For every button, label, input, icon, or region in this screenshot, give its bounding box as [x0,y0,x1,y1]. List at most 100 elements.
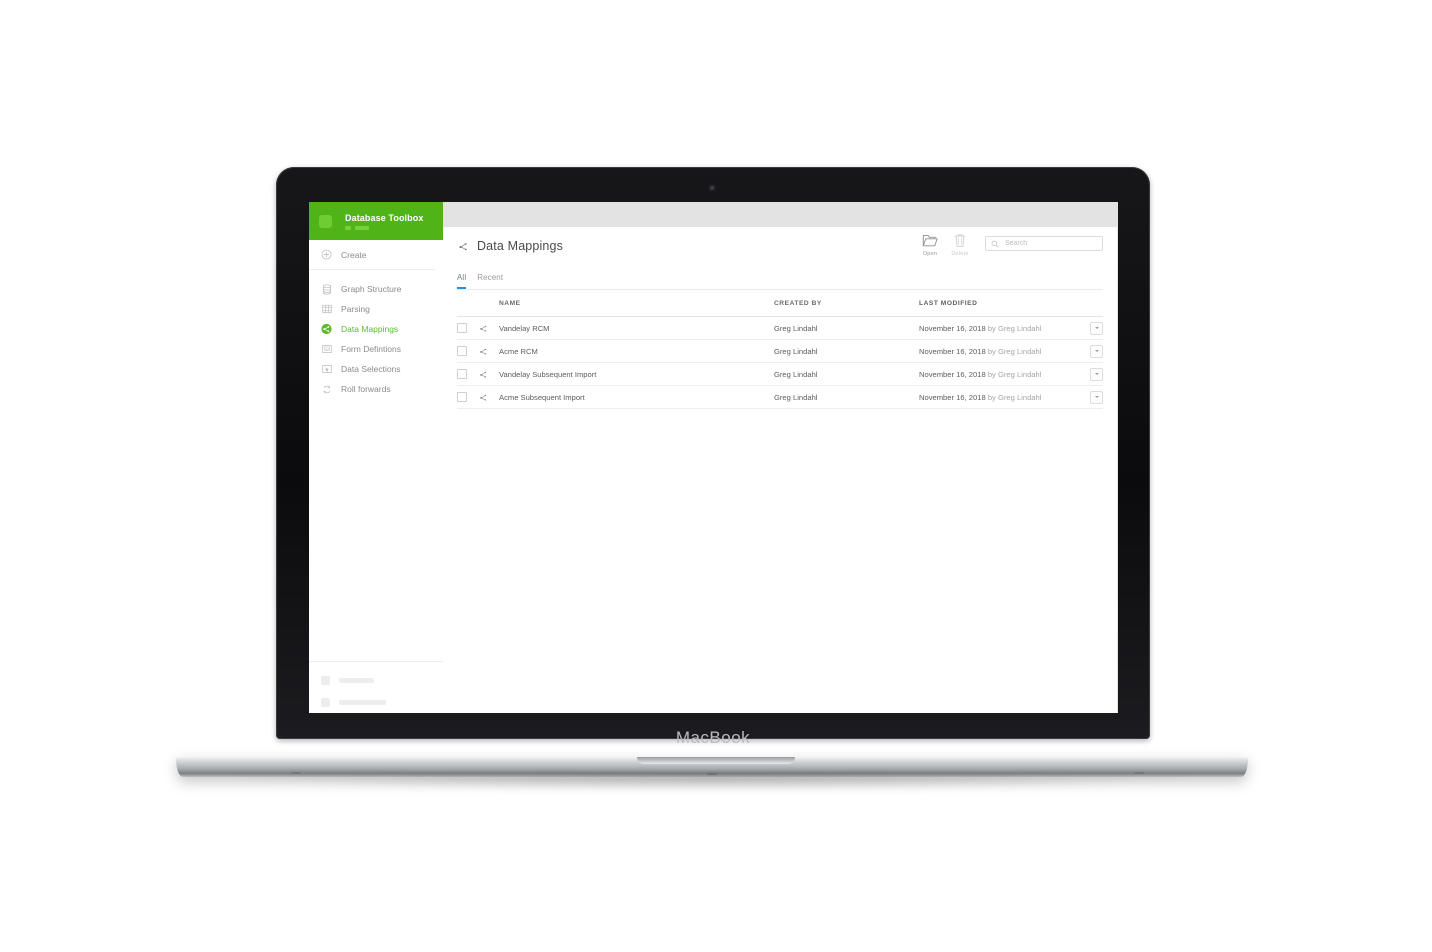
sidebar: Database Toolbox Create Graph Structure … [309,202,444,713]
open-button[interactable]: Open [915,233,945,257]
device-name-label: MacBook [675,728,751,747]
column-header-name[interactable]: NAME [499,300,774,307]
row-menu-button[interactable] [1090,344,1103,358]
window-titlebar [443,202,1118,228]
row-modified-date: November 16, 2018 [919,323,986,333]
row-checkbox-cell [457,346,479,356]
sidebar-item-data-mappings[interactable]: Data Mappings [309,319,443,339]
row-menu-button[interactable] [1090,390,1103,404]
placeholder-square-icon [321,697,330,707]
row-created-by: Greg Lindahl [774,346,818,356]
sidebar-item-label: Form Defintions [341,344,401,354]
laptop-foot-right [1134,772,1144,774]
node-graph-icon [479,324,488,333]
row-type-icon-cell [479,393,499,402]
sidebar-item-label: Parsing [341,304,370,314]
sidebar-nav: Graph Structure Parsing Data Mappings Fo… [309,270,443,399]
row-modified-by: by Greg Lindahl [987,369,1042,379]
search-box[interactable] [985,236,1103,251]
row-created-by: Greg Lindahl [774,369,818,379]
row-checkbox-cell [457,392,479,402]
node-graph-icon [321,323,332,335]
app-screen: Database Toolbox Create Graph Structure … [309,202,1118,713]
delete-label: Delete [951,251,969,257]
row-checkbox[interactable] [457,323,467,333]
tab-recent[interactable]: Recent [477,273,503,289]
table-row[interactable]: Acme RCM Greg Lindahl November 16, 2018 … [457,340,1103,363]
row-last-modified: November 16, 2018 by Greg Lindahl [919,324,1083,333]
node-graph-icon [458,241,469,252]
sidebar-item-label: Data Selections [341,364,401,374]
sidebar-item-label: Graph Structure [341,284,402,294]
sidebar-footer-item-2[interactable] [309,691,443,713]
row-type-icon-cell [479,324,499,333]
column-header-last-modified[interactable]: LAST MODIFIED [919,300,1083,307]
row-modified-date: November 16, 2018 [919,369,986,379]
row-modified-by: by Greg Lindahl [987,392,1042,402]
row-menu-button[interactable] [1090,367,1103,381]
row-name: Vandelay RCM [499,323,550,333]
trash-icon [953,233,967,248]
sidebar-item-label: Data Mappings [341,324,399,334]
row-modified-by: by Greg Lindahl [987,346,1042,356]
refresh-arrows-icon [321,384,332,395]
open-label: Open [922,251,938,257]
sidebar-footer-item-1[interactable] [309,669,443,691]
delete-button[interactable]: Delete [945,233,975,257]
row-last-modified: November 16, 2018 by Greg Lindahl [919,393,1083,402]
node-graph-icon [479,393,488,402]
placeholder-square-icon [321,675,330,685]
sidebar-item-graph-structure[interactable]: Graph Structure [309,279,443,299]
selection-cursor-icon [321,364,332,374]
sidebar-item-data-selections[interactable]: Data Selections [309,359,443,379]
create-button[interactable]: Create [309,240,435,270]
row-checkbox[interactable] [457,346,467,356]
tab-bar: All Recent [457,273,1103,290]
brand-bar-large [355,225,369,230]
row-created-by: Greg Lindahl [774,392,818,402]
laptop-foot-left [291,772,301,774]
row-checkbox[interactable] [457,369,467,379]
form-icon [321,344,332,354]
row-modified-by: by Greg Lindahl [987,323,1042,333]
sidebar-item-roll-forwards[interactable]: Roll forwards [309,379,443,399]
sidebar-brand: Database Toolbox [309,202,443,240]
header-actions: Open Delete [915,233,1103,257]
sidebar-item-form-definitions[interactable]: Form Defintions [309,339,443,359]
row-menu-cell [1083,390,1103,404]
row-created-by: Greg Lindahl [774,323,818,333]
row-modified-date: November 16, 2018 [919,346,986,356]
row-menu-cell [1083,321,1103,335]
table-row[interactable]: Vandelay Subsequent Import Greg Lindahl … [457,363,1103,386]
screenshot-root: MacBook Database Toolbox Create Graph St… [0,0,1432,952]
chevron-down-icon [1094,373,1099,375]
page-header: Data Mappings Open Delete Search [443,227,1117,273]
plus-circle-icon [321,249,332,260]
table-row[interactable]: Vandelay RCM Greg Lindahl November 16, 2… [457,317,1103,340]
placeholder-bar [339,677,374,683]
database-icon [321,283,332,295]
search-input[interactable] [1003,239,1097,248]
laptop-shadow [226,775,1198,791]
webcam-icon [709,185,716,192]
app-title: Database Toolbox [345,212,424,223]
brand-bar-small [345,225,351,230]
tab-all[interactable]: All [457,273,467,289]
create-label: Create [341,249,367,260]
row-checkbox-cell [457,369,479,379]
grid-table-icon [321,304,332,314]
data-mappings-table: NAME CREATED BY LAST MODIFIED Vandelay R… [457,290,1103,409]
row-checkbox[interactable] [457,392,467,402]
sidebar-item-label: Roll forwards [341,384,391,394]
row-menu-button[interactable] [1090,321,1103,335]
row-type-icon-cell [479,370,499,379]
column-header-created-by[interactable]: CREATED BY [774,300,919,307]
table-row[interactable]: Acme Subsequent Import Greg Lindahl Nove… [457,386,1103,409]
chevron-down-icon [1094,327,1099,329]
sidebar-footer [309,661,443,713]
app-logo-icon [319,215,332,228]
brand-placeholder-bars [345,225,423,230]
node-graph-icon [479,347,488,356]
sidebar-item-parsing[interactable]: Parsing [309,299,443,319]
main-content: Data Mappings Open Delete Search All Rec… [443,227,1118,713]
